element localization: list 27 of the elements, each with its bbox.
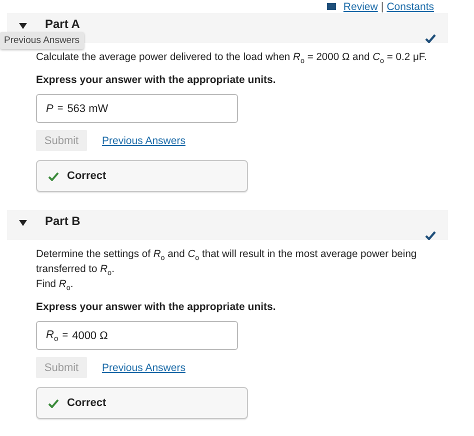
feedback-text: Correct bbox=[67, 397, 106, 410]
question-text: Determine the settings of R$_{o}$ and C$_{o}$ that will result in the most average power being transferred to R$_{o}$. bbox=[36, 249, 418, 280]
book-icon bbox=[327, 3, 336, 10]
part-title: Part A bbox=[45, 17, 80, 31]
separator-text: | bbox=[380, 0, 384, 12]
previous-answers-link[interactable]: Previous Answers bbox=[102, 362, 186, 374]
answer-value: 563 mW bbox=[67, 102, 108, 115]
check-icon bbox=[48, 172, 59, 181]
part-header[interactable]: Part B bbox=[7, 210, 448, 240]
part-title: Part B bbox=[45, 214, 80, 228]
feedback-text: Correct bbox=[67, 170, 106, 182]
equals-sign: = bbox=[57, 103, 64, 114]
instruction-text: Express your answer with the appropriate units. bbox=[36, 301, 277, 314]
review-link[interactable]: Review bbox=[343, 0, 378, 12]
answer-value: 4000 Ω bbox=[72, 330, 108, 342]
previous-answers-link[interactable]: Previous Answers bbox=[102, 134, 186, 147]
answer-field[interactable]: P = 563 mW bbox=[36, 94, 238, 124]
equals-sign: = bbox=[62, 330, 68, 342]
instruction-text: Express your answer with the appropriate units. bbox=[36, 74, 277, 86]
check-icon bbox=[48, 398, 59, 408]
answer-label: R$_{o}$ bbox=[46, 328, 58, 343]
question-text: Find R$_{o}$. bbox=[36, 279, 74, 294]
constants-link[interactable]: Constants bbox=[386, 0, 434, 12]
question-text: Calculate the average power delivered to the load when R$_{o}$ = 2000 Ω and C$_{o}$ = 0.2 μF. bbox=[36, 52, 428, 68]
tooltip: Previous Answers bbox=[0, 32, 84, 49]
answer-field[interactable]: R$_{o}$ = 4000 Ω bbox=[36, 321, 238, 350]
answer-label: P bbox=[46, 102, 54, 115]
